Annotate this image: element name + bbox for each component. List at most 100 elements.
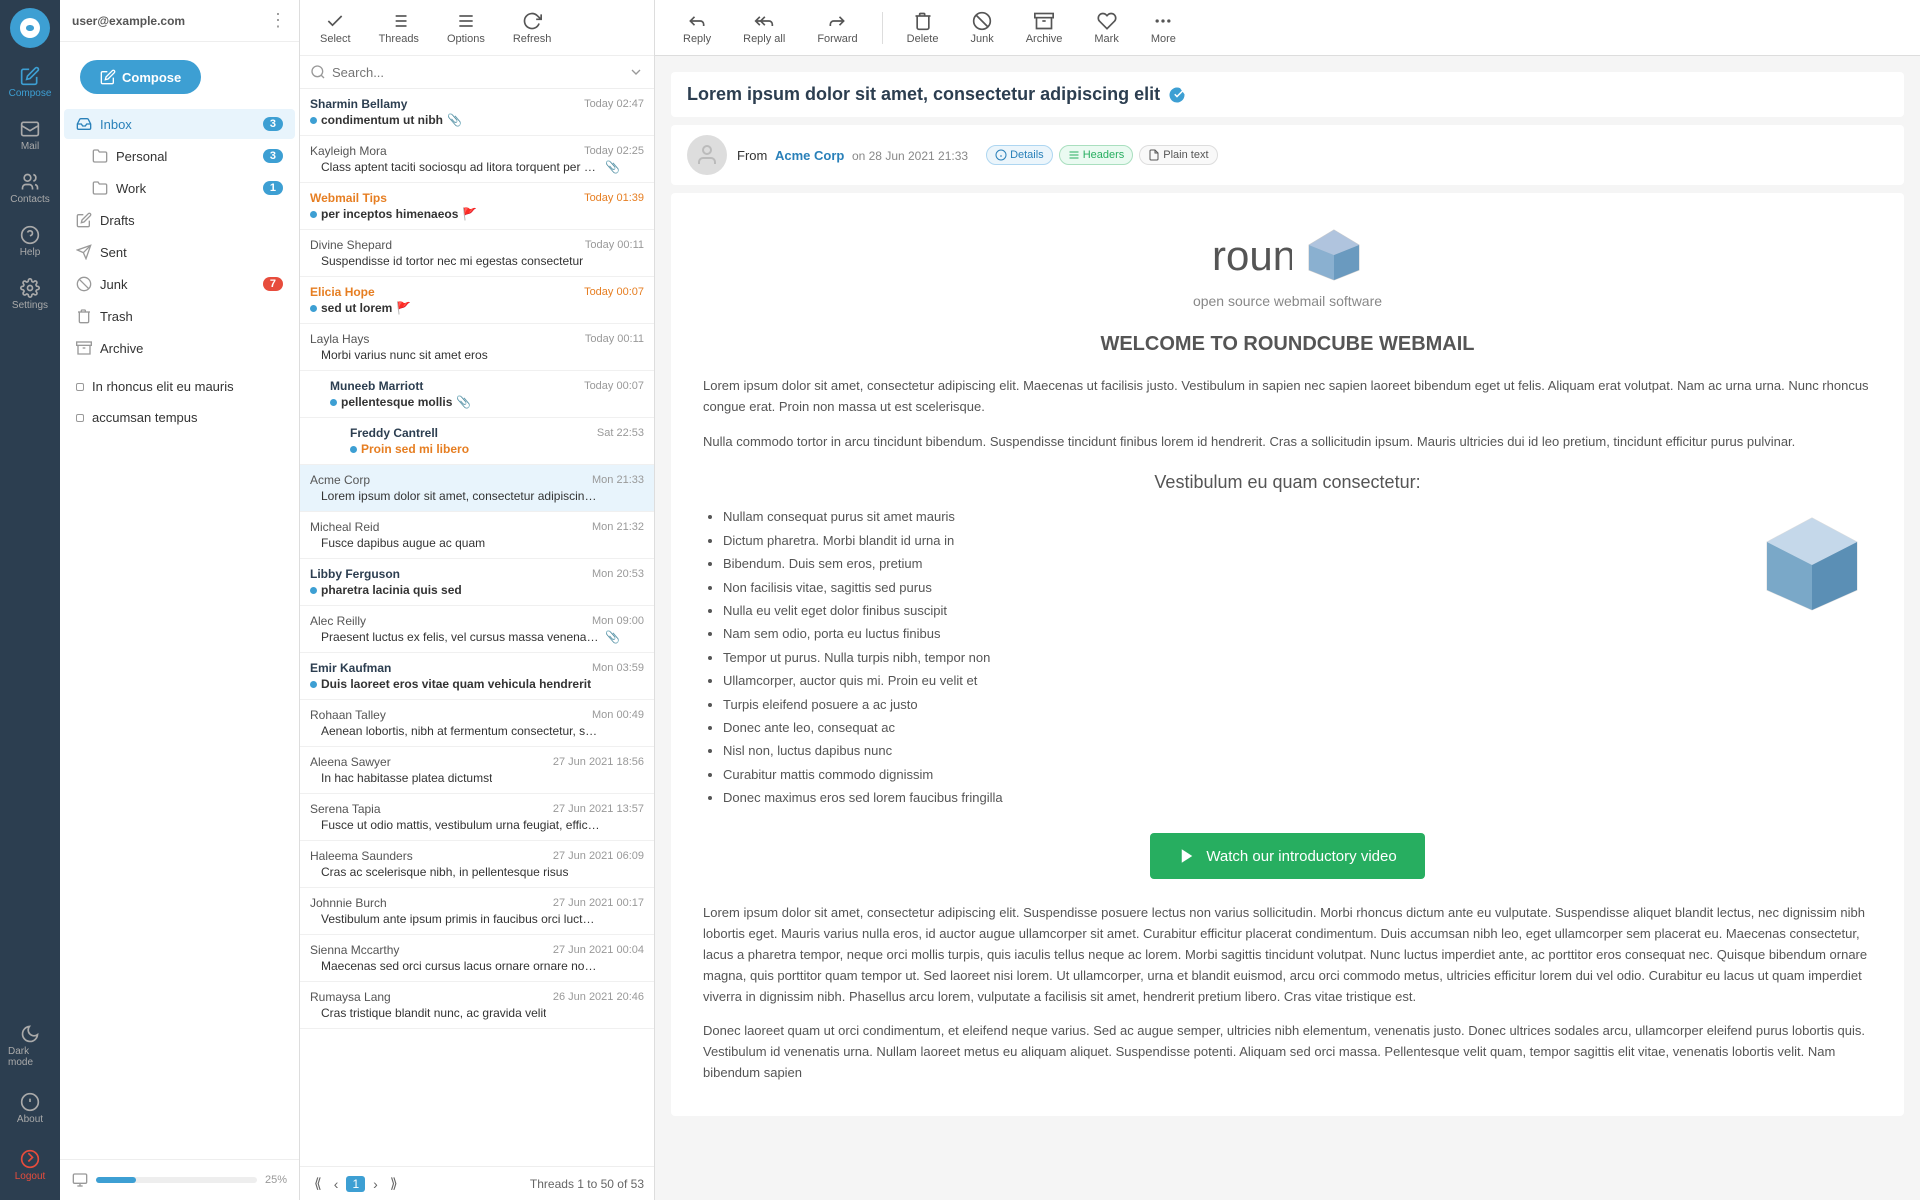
message-item[interactable]: Sienna Mccarthy 27 Jun 2021 00:04 Maecen… [300,935,654,982]
message-item[interactable]: Muneeb Marriott Today 00:07 pellentesque… [300,371,654,418]
headers-tag[interactable]: Headers [1059,145,1134,165]
message-item[interactable]: Serena Tapia 27 Jun 2021 13:57 Fusce ut … [300,794,654,841]
folder-item-drafts[interactable]: Drafts [64,205,295,235]
next-page-btn[interactable]: › [369,1174,382,1194]
message-item[interactable]: Freddy Cantrell Sat 22:53 Proin sed mi l… [300,418,654,465]
sender-avatar [687,135,727,175]
sidebar-item-darkmode[interactable]: Dark mode [4,1016,56,1076]
inbox-label: Inbox [100,117,132,132]
message-item[interactable]: Emir Kaufman Mon 03:59 Duis laoreet eros… [300,653,654,700]
unread-dot [310,211,317,218]
message-item[interactable]: Rohaan Talley Mon 00:49 Aenean lobortis,… [300,700,654,747]
feature-list-item: Curabitur mattis commodo dignissim [723,763,1728,786]
plaintext-tag[interactable]: Plain text [1139,145,1217,165]
folder-item-sent[interactable]: Sent [64,237,295,267]
message-item[interactable]: Micheal Reid Mon 21:32 Fusce dapibus aug… [300,512,654,559]
main-content: Reply Reply all Forward Delete Junk Arch… [655,0,1920,1200]
sidebar-item-help[interactable]: Help [4,217,56,266]
compose-label: Compose [9,88,52,99]
msg-subject: Fusce ut odio mattis, vestibulum urna fe… [321,818,601,832]
search-input[interactable] [332,65,622,80]
threads-label: Threads [379,33,419,45]
sidebar-item-about[interactable]: About [4,1084,56,1133]
unread-dot [310,117,317,124]
msg-time: Today 00:11 [585,333,644,345]
message-item[interactable]: Alec Reilly Mon 09:00 Praesent luctus ex… [300,606,654,653]
refresh-btn[interactable]: Refresh [501,5,564,51]
feature-list-item: Donec maximus eros sed lorem faucibus fr… [723,786,1728,809]
message-item[interactable]: Libby Ferguson Mon 20:53 pharetra lacini… [300,559,654,606]
message-item[interactable]: Webmail Tips Today 01:39 per inceptos hi… [300,183,654,230]
help-label: Help [20,247,41,258]
prev-page-btn[interactable]: ‹ [330,1174,343,1194]
delete-button[interactable]: Delete [895,5,951,51]
rc-section-title: Vestibulum eu quam consectetur: [703,472,1872,493]
forward-button[interactable]: Forward [805,5,869,51]
unread-dot [350,446,357,453]
mark-button[interactable]: Mark [1082,5,1130,51]
message-item[interactable]: Aleena Sawyer 27 Jun 2021 18:56 In hac h… [300,747,654,794]
reply-all-button[interactable]: Reply all [731,5,797,51]
feature-list-item: Nulla eu velit eget dolor finibus suscip… [723,599,1728,622]
more-button[interactable]: More [1139,5,1188,51]
message-item[interactable]: Haleema Saunders 27 Jun 2021 06:09 Cras … [300,841,654,888]
folder-item-personal[interactable]: Personal 3 [64,141,295,171]
sidebar-item-logout[interactable]: Logout [4,1141,56,1190]
msg-time: Today 00:07 [584,286,644,298]
roundcube-logo-icon: roundcube [1212,225,1292,285]
junk-button[interactable]: Junk [958,5,1005,51]
forward-label: Forward [817,33,857,45]
folder-item-junk[interactable]: Junk 7 [64,269,295,299]
folder-item-inbox[interactable]: Inbox 3 [64,109,295,139]
sidebar-item-contacts[interactable]: Contacts [4,164,56,213]
archive-button[interactable]: Archive [1014,5,1075,51]
threads-btn[interactable]: Threads [367,5,431,51]
sidebar-item-mail[interactable]: Mail [4,111,56,160]
message-item[interactable]: Elicia Hope Today 00:07 sed ut lorem 🚩 [300,277,654,324]
message-list: Sharmin Bellamy Today 02:47 condimentum … [300,89,654,1166]
feature-list-item: Donec ante leo, consequat ac [723,716,1728,739]
search-options-icon[interactable] [628,64,644,80]
folder-item-custom1[interactable]: In rhoncus elit eu mauris [64,372,295,401]
msg-sender: Elicia Hope [310,285,375,299]
watch-video-button[interactable]: Watch our introductory video [1150,833,1424,879]
message-item[interactable]: Johnnie Burch 27 Jun 2021 00:17 Vestibul… [300,888,654,935]
folder-options-button[interactable]: ⋮ [269,10,287,31]
attachment-icon: 📎 [605,630,620,644]
folder-item-archive[interactable]: Archive [64,333,295,363]
sidebar-item-settings[interactable]: Settings [4,270,56,319]
reply-button[interactable]: Reply [671,5,723,51]
folder-item-trash[interactable]: Trash [64,301,295,331]
user-email: user@example.com [72,14,185,28]
message-item[interactable]: Acme Corp Mon 21:33 Lorem ipsum dolor si… [300,465,654,512]
flag-icon: 🚩 [396,301,411,315]
select-btn[interactable]: Select [308,5,363,51]
folder-item-work[interactable]: Work 1 [64,173,295,203]
drafts-label: Drafts [100,213,135,228]
message-item[interactable]: Layla Hays Today 00:11 Morbi varius nunc… [300,324,654,371]
feature-list-item: Turpis eleifend posuere a ac justo [723,693,1728,716]
compose-button[interactable]: Compose [80,60,201,94]
search-icon [310,64,326,80]
sidebar-item-compose[interactable]: Compose [4,58,56,107]
feature-list-item: Nullam consequat purus sit amet mauris [723,505,1728,528]
feature-list-item: Dictum pharetra. Morbi blandit id urna i… [723,529,1728,552]
details-tag[interactable]: Details [986,145,1053,165]
folder-item-custom2[interactable]: accumsan tempus [64,403,295,432]
msg-time: Mon 00:49 [592,709,644,721]
first-page-btn[interactable]: ⟪ [310,1173,326,1194]
msg-time: Today 02:25 [584,145,644,157]
sender-name[interactable]: Acme Corp [775,148,844,163]
rc-intro-p1: Lorem ipsum dolor sit amet, consectetur … [703,376,1872,418]
msg-sender: Acme Corp [310,473,370,487]
msg-time: Today 01:39 [584,192,644,204]
message-item[interactable]: Divine Shepard Today 00:11 Suspendisse i… [300,230,654,277]
last-page-btn[interactable]: ⟫ [386,1173,402,1194]
unread-dot [330,399,337,406]
message-item[interactable]: Rumaysa Lang 26 Jun 2021 20:46 Cras tris… [300,982,654,1029]
options-btn[interactable]: Options [435,5,497,51]
message-item[interactable]: Sharmin Bellamy Today 02:47 condimentum … [300,89,654,136]
feature-list-item: Tempor ut purus. Nulla turpis nibh, temp… [723,646,1728,669]
msg-subject: Proin sed mi libero [361,442,469,456]
message-item[interactable]: Kayleigh Mora Today 02:25 Class aptent t… [300,136,654,183]
